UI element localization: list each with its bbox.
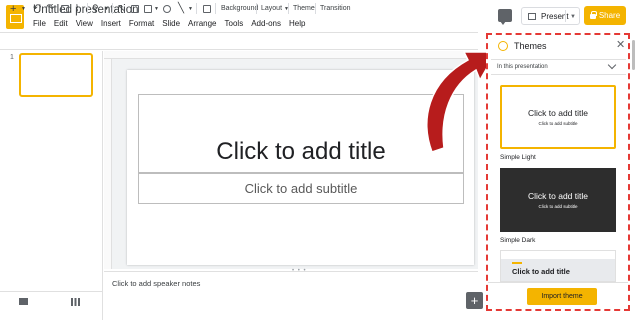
present-button[interactable]: Present ▼: [521, 7, 580, 25]
speaker-notes-input[interactable]: Click to add speaker notes: [112, 279, 200, 288]
menu-addons[interactable]: Add-ons: [251, 19, 281, 28]
theme-card-simple-dark[interactable]: Click to add title Click to add subtitle: [500, 168, 616, 232]
menu-format[interactable]: Format: [129, 19, 154, 28]
import-theme-button[interactable]: Import theme: [527, 288, 597, 305]
zoom-dropdown-icon[interactable]: ▼: [104, 3, 109, 14]
menu-bar: File Edit View Insert Format Slide Arran…: [33, 19, 305, 28]
redo-icon[interactable]: ↷: [46, 3, 54, 14]
themes-title: Themes: [514, 41, 547, 51]
themes-header: Themes: [498, 39, 626, 53]
slide-number: 1: [10, 54, 14, 61]
share-label: Share: [598, 11, 621, 20]
zoom-icon[interactable]: ⚲: [92, 3, 99, 14]
palette-icon: [498, 41, 508, 51]
line-icon[interactable]: ╲: [178, 3, 184, 14]
vertical-ruler: [104, 59, 112, 269]
toolbar: [0, 32, 478, 50]
explore-icon[interactable]: +: [466, 292, 483, 309]
menu-insert[interactable]: Insert: [101, 19, 121, 28]
image-icon[interactable]: [144, 5, 152, 13]
undo-icon[interactable]: ↶: [33, 3, 41, 14]
theme-name-simple-dark: Simple Dark: [500, 237, 536, 244]
shape-icon[interactable]: [163, 5, 171, 13]
image-dropdown-icon[interactable]: ▼: [154, 3, 159, 14]
line-dropdown-icon[interactable]: ▼: [188, 3, 193, 14]
theme-card-simple-light[interactable]: Click to add title Click to add subtitle: [500, 85, 616, 149]
theme-button[interactable]: Theme: [293, 3, 315, 14]
text-box-icon[interactable]: [131, 5, 139, 13]
title-placeholder[interactable]: Click to add title: [138, 94, 464, 173]
background-button[interactable]: Background: [221, 3, 258, 14]
slide-thumbnail[interactable]: [19, 53, 93, 97]
share-button[interactable]: Share: [584, 6, 626, 25]
theme-card-streamline[interactable]: Click to add title: [500, 250, 616, 282]
new-slide-dropdown-icon[interactable]: ▼: [21, 3, 26, 14]
menu-tools[interactable]: Tools: [225, 19, 244, 28]
add-comment-icon[interactable]: [203, 5, 211, 13]
chevron-down-icon[interactable]: ▼: [570, 14, 576, 20]
print-icon[interactable]: [61, 5, 69, 13]
paint-format-icon[interactable]: ⌇: [75, 3, 79, 14]
theme-source-select[interactable]: In this presentation: [491, 59, 626, 75]
select-cursor-icon[interactable]: ↖: [117, 3, 125, 14]
menu-edit[interactable]: Edit: [54, 19, 68, 28]
view-switcher: [0, 291, 103, 320]
menu-file[interactable]: File: [33, 19, 46, 28]
new-slide-icon[interactable]: +: [10, 3, 16, 15]
filmstrip-view-icon[interactable]: [19, 298, 28, 305]
theme-name-simple-light: Simple Light: [500, 154, 536, 161]
menu-help[interactable]: Help: [289, 19, 305, 28]
layout-button[interactable]: Layout ▼: [261, 3, 289, 14]
menu-slide[interactable]: Slide: [162, 19, 180, 28]
present-icon: [528, 12, 536, 20]
subtitle-placeholder[interactable]: Click to add subtitle: [138, 173, 464, 204]
comment-history-icon[interactable]: [498, 9, 512, 25]
lock-icon: [589, 11, 597, 19]
scrollbar[interactable]: [632, 40, 635, 70]
menu-view[interactable]: View: [76, 19, 93, 28]
grid-view-icon[interactable]: [71, 298, 80, 306]
menu-arrange[interactable]: Arrange: [188, 19, 216, 28]
close-icon[interactable]: ✕: [616, 38, 625, 51]
transition-button[interactable]: Transition: [320, 3, 350, 14]
